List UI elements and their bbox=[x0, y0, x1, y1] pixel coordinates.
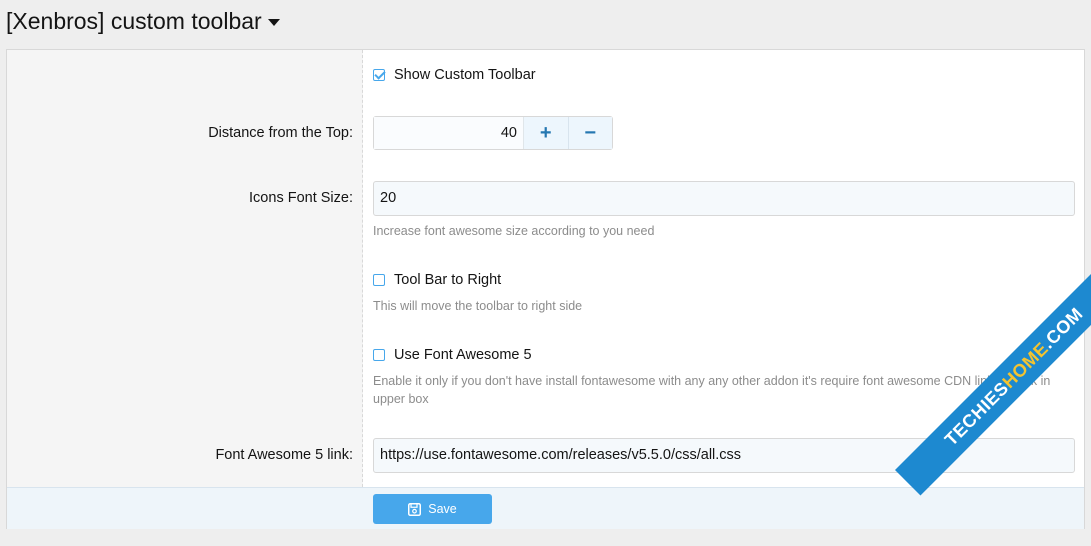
minus-icon: − bbox=[584, 121, 597, 144]
toolbar-right-option[interactable]: Tool Bar to Right bbox=[373, 272, 501, 288]
icons-size-hint: Increase font awesome size according to … bbox=[373, 224, 655, 238]
use-fa5-label: Use Font Awesome 5 bbox=[394, 347, 532, 363]
toolbar-right-checkbox[interactable] bbox=[373, 274, 385, 286]
save-label: Save bbox=[428, 502, 457, 516]
increment-button[interactable]: + bbox=[524, 117, 568, 149]
icons-size-label: Icons Font Size: bbox=[249, 190, 353, 206]
toolbar-right-label: Tool Bar to Right bbox=[394, 272, 502, 288]
show-toolbar-label: Show Custom Toolbar bbox=[394, 67, 536, 83]
save-icon bbox=[408, 502, 422, 516]
caret-down-icon[interactable] bbox=[267, 19, 280, 26]
distance-stepper[interactable]: 40 + − bbox=[373, 116, 613, 150]
show-toolbar-checkbox[interactable] bbox=[373, 69, 385, 81]
distance-label: Distance from the Top: bbox=[208, 125, 353, 141]
page-title-text: [Xenbros] custom toolbar bbox=[6, 8, 262, 34]
decrement-button[interactable]: − bbox=[567, 117, 612, 149]
show-toolbar-option[interactable]: Show Custom Toolbar bbox=[373, 67, 536, 83]
plus-icon: + bbox=[539, 121, 552, 144]
fa5-link-label: Font Awesome 5 link: bbox=[215, 447, 353, 463]
save-button[interactable]: Save bbox=[373, 494, 492, 524]
use-fa5-option[interactable]: Use Font Awesome 5 bbox=[373, 347, 532, 363]
distance-input[interactable]: 40 bbox=[374, 117, 524, 149]
label-column: Distance from the Top: Icons Font Size: … bbox=[7, 50, 363, 487]
icons-size-input[interactable]: 20 bbox=[373, 181, 1075, 216]
page-title[interactable]: [Xenbros] custom toolbar bbox=[6, 8, 280, 35]
use-fa5-checkbox[interactable] bbox=[373, 349, 385, 361]
toolbar-right-hint: This will move the toolbar to right side bbox=[373, 299, 583, 313]
